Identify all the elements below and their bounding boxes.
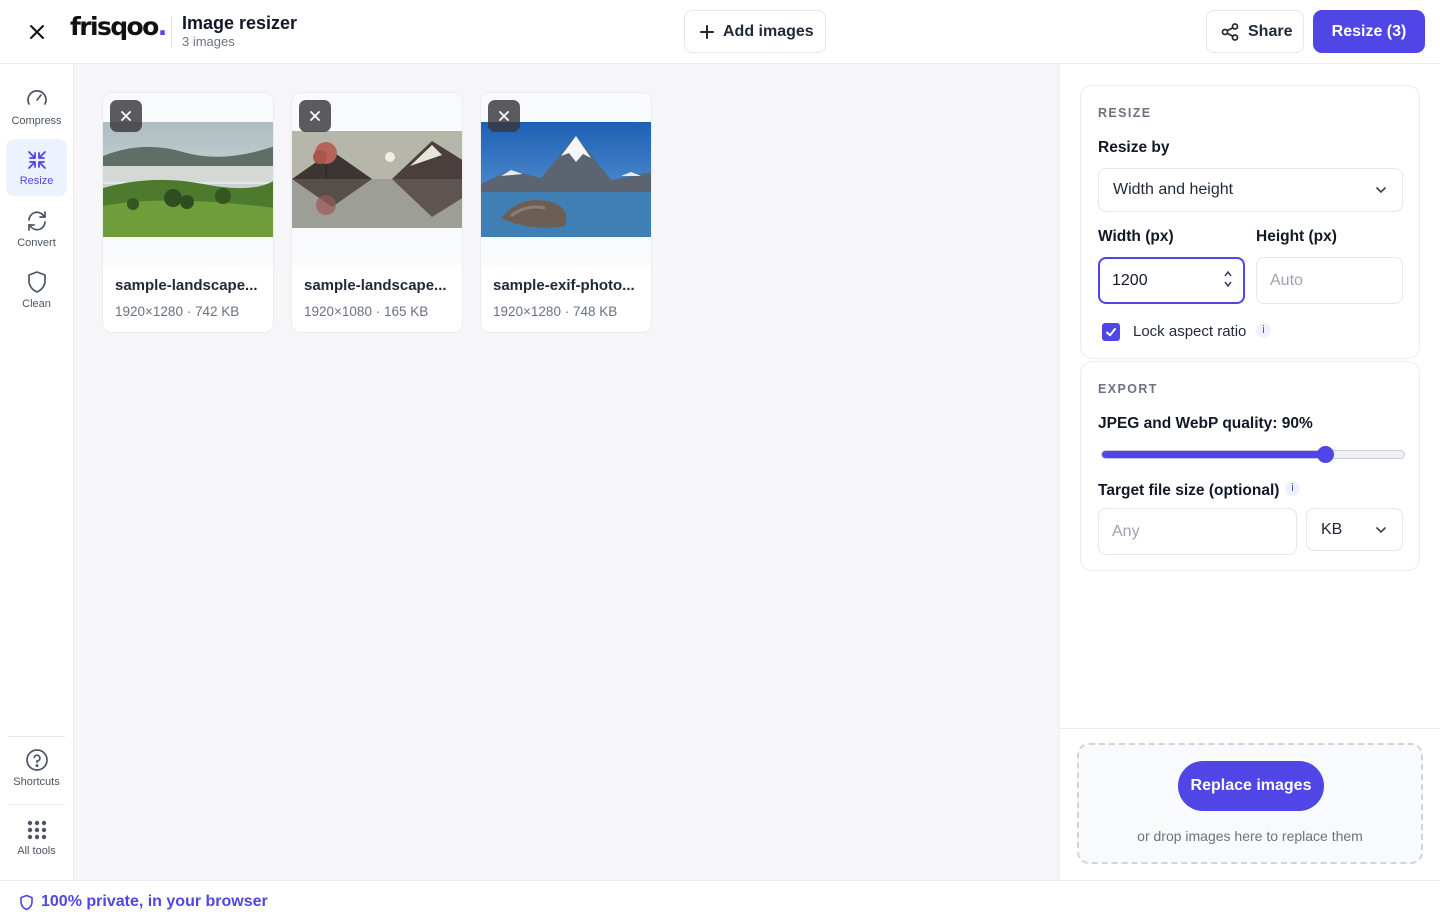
chevron-down-icon <box>1224 281 1232 288</box>
width-input[interactable]: 1200 <box>1098 257 1245 304</box>
close-icon <box>310 111 320 121</box>
lock-aspect-label[interactable]: Lock aspect ratio <box>1133 323 1246 340</box>
sidebar-item-label: Shortcuts <box>13 775 60 788</box>
resize-by-label: Resize by <box>1098 139 1170 156</box>
logo-text: frisqoo <box>70 12 159 41</box>
share-label: Share <box>1248 22 1293 40</box>
close-icon <box>121 111 131 121</box>
remove-image-button[interactable] <box>488 100 520 132</box>
image-filename: sample-exif-photo... <box>493 277 635 294</box>
share-button[interactable]: Share <box>1206 10 1304 53</box>
sidebar-item-label: Clean <box>22 297 51 310</box>
drop-zone[interactable]: Replace images or drop images here to re… <box>1077 743 1423 864</box>
plus-icon <box>700 24 714 39</box>
height-placeholder: Auto <box>1270 271 1303 289</box>
sidebar-item-shortcuts[interactable]: Shortcuts <box>6 739 67 796</box>
tool-sidebar: Compress Resize Convert Clean Shortcuts … <box>0 64 74 880</box>
resize-by-select[interactable]: Width and height <box>1098 168 1403 212</box>
quality-label: JPEG and WebP quality: 90% <box>1098 415 1313 432</box>
image-card[interactable]: sample-exif-photo... 1920×1280 · 748 KB <box>480 92 652 333</box>
sidebar-item-label: Compress <box>11 114 62 127</box>
logo-dot: . <box>157 12 167 41</box>
replace-images-button[interactable]: Replace images <box>1178 761 1324 811</box>
logo[interactable]: frisqoo. <box>70 12 167 41</box>
sidebar-item-all-tools[interactable]: All tools <box>6 809 67 866</box>
height-label: Height (px) <box>1256 228 1337 245</box>
sidebar-item-clean[interactable]: Clean <box>6 261 67 318</box>
drop-hint: or drop images here to replace them <box>1137 828 1363 844</box>
section-title: RESIZE <box>1098 106 1152 120</box>
resize-arrows-icon <box>27 150 46 169</box>
sidebar-item-compress[interactable]: Compress <box>6 78 67 135</box>
size-unit-select[interactable]: KB <box>1306 508 1403 551</box>
shield-icon <box>20 894 33 911</box>
image-count: 3 images <box>182 34 235 49</box>
sidebar-item-convert[interactable]: Convert <box>6 200 67 257</box>
image-card[interactable]: sample-landscape... 1920×1280 · 742 KB <box>102 92 274 333</box>
width-label: Width (px) <box>1098 228 1174 245</box>
export-section: EXPORT JPEG and WebP quality: 90% Target… <box>1080 361 1420 571</box>
chevron-down-icon <box>1376 526 1386 533</box>
settings-panel: RESIZE Resize by Width and height Width … <box>1059 64 1440 880</box>
image-meta: 1920×1080 · 165 KB <box>304 304 429 319</box>
chevron-up-icon <box>1224 270 1232 277</box>
panel-divider <box>1060 728 1440 729</box>
sidebar-item-resize[interactable]: Resize <box>6 139 67 196</box>
add-images-label: Add images <box>723 22 814 40</box>
resize-section: RESIZE Resize by Width and height Width … <box>1080 85 1420 359</box>
page-title: Image resizer <box>182 13 298 33</box>
info-icon[interactable]: i <box>1285 481 1300 496</box>
share-icon <box>1221 22 1239 41</box>
target-size-placeholder: Any <box>1112 522 1140 540</box>
size-unit-value: KB <box>1321 520 1343 538</box>
sidebar-divider <box>8 804 65 805</box>
resize-by-value: Width and height <box>1113 181 1234 198</box>
quality-slider-fill <box>1102 451 1326 458</box>
target-size-input[interactable]: Any <box>1098 508 1297 555</box>
sidebar-item-label: All tools <box>17 844 56 857</box>
width-value: 1200 <box>1112 271 1148 289</box>
privacy-note: 100% private, in your browser <box>41 893 268 910</box>
close-icon <box>499 111 509 121</box>
image-grid: sample-landscape... 1920×1280 · 742 KB s… <box>74 64 1059 880</box>
gauge-icon <box>26 89 47 105</box>
info-icon[interactable]: i <box>1256 323 1271 338</box>
check-icon <box>1106 328 1116 337</box>
status-footer: 100% private, in your browser <box>0 880 1440 923</box>
width-stepper[interactable] <box>1223 270 1233 288</box>
refresh-icon <box>27 210 46 231</box>
image-card[interactable]: sample-landscape... 1920×1080 · 165 KB <box>291 92 463 333</box>
target-size-label: Target file size (optional) <box>1098 482 1280 499</box>
height-input[interactable]: Auto <box>1256 257 1403 304</box>
remove-image-button[interactable] <box>299 100 331 132</box>
add-images-button[interactable]: Add images <box>684 10 826 53</box>
remove-image-button[interactable] <box>110 100 142 132</box>
chevron-down-icon <box>1376 187 1386 194</box>
image-meta: 1920×1280 · 748 KB <box>493 304 618 319</box>
sidebar-divider <box>8 736 65 737</box>
resize-button[interactable]: Resize (3) <box>1313 10 1425 53</box>
image-meta: 1920×1280 · 742 KB <box>115 304 240 319</box>
section-title: EXPORT <box>1098 382 1158 396</box>
top-bar: frisqoo. Image resizer 3 images Add imag… <box>0 0 1440 64</box>
shield-icon <box>27 270 46 293</box>
header-divider <box>171 16 172 48</box>
quality-slider[interactable] <box>1101 446 1405 463</box>
quality-slider-handle[interactable] <box>1317 446 1335 463</box>
image-filename: sample-landscape... <box>304 277 447 294</box>
sidebar-item-label: Convert <box>17 236 56 249</box>
image-filename: sample-landscape... <box>115 277 258 294</box>
question-circle-icon <box>25 748 48 771</box>
lock-aspect-checkbox[interactable] <box>1102 323 1120 341</box>
sidebar-item-label: Resize <box>19 174 54 187</box>
grid-dots-icon <box>27 820 46 839</box>
close-icon <box>30 25 44 39</box>
close-button[interactable] <box>22 17 52 47</box>
